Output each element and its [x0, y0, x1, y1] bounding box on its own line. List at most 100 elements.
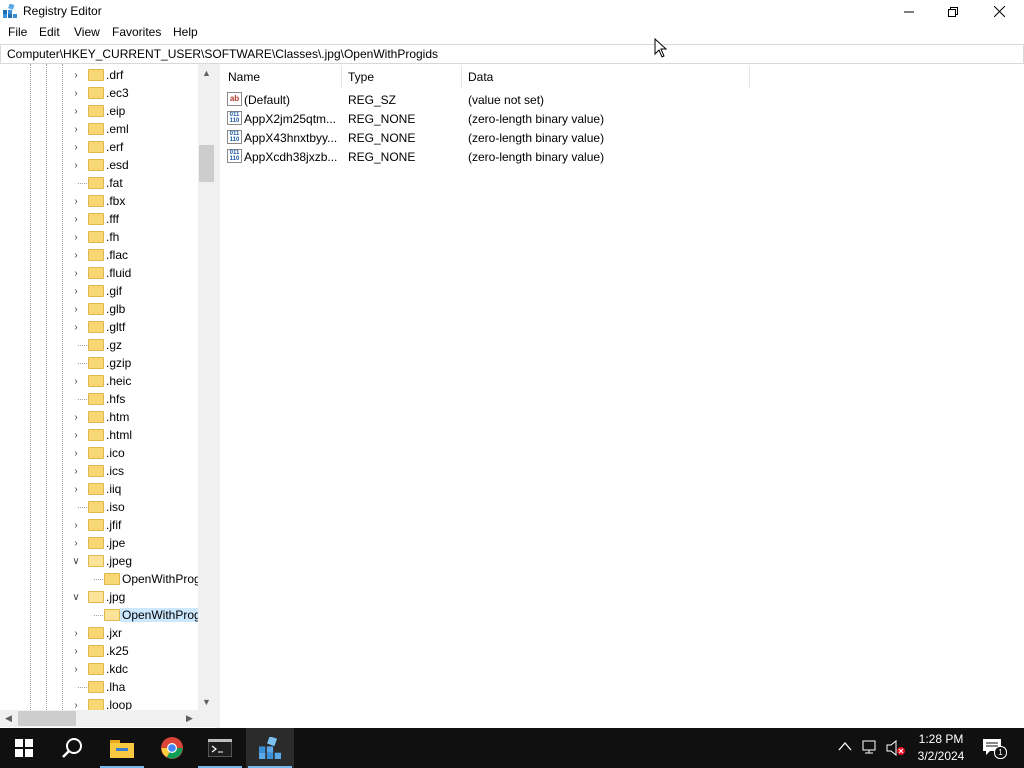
tree-item[interactable]: › .jxr [0, 624, 198, 642]
tree-item[interactable]: .lha [0, 678, 198, 696]
chevron-right-icon[interactable]: › [71, 194, 81, 208]
value-row[interactable]: 011 110 AppX2jm25qtm... REG_NONE (zero-lengt… [220, 109, 1000, 128]
title-bar[interactable]: Registry Editor [0, 0, 1024, 23]
minimize-button[interactable] [886, 0, 932, 23]
chevron-right-icon[interactable]: › [71, 410, 81, 424]
tree-item[interactable]: › .fff [0, 210, 198, 228]
tree-item-label[interactable]: .kdc [106, 662, 128, 676]
tree-item[interactable]: .hfs [0, 390, 198, 408]
chevron-right-icon[interactable]: › [71, 230, 81, 244]
tree-item-label[interactable]: .ics [106, 464, 124, 478]
column-header-data[interactable]: Data [468, 70, 493, 84]
tree-item[interactable]: › .esd [0, 156, 198, 174]
tree-item-label[interactable]: .eip [106, 104, 125, 118]
scroll-up-icon[interactable]: ▲ [198, 64, 215, 81]
tree-item[interactable]: › .jfif [0, 516, 198, 534]
tree-item-label[interactable]: .ico [106, 446, 125, 460]
chevron-right-icon[interactable]: › [71, 266, 81, 280]
chevron-right-icon[interactable]: › [71, 644, 81, 658]
tree-item-label[interactable]: .gzip [106, 356, 131, 370]
menu-edit[interactable]: Edit [37, 25, 62, 39]
tree-item-label[interactable]: .heic [106, 374, 131, 388]
tree-item[interactable]: › .glb [0, 300, 198, 318]
column-header-name[interactable]: Name [228, 70, 260, 84]
address-bar[interactable]: Computer\HKEY_CURRENT_USER\SOFTWARE\Clas… [0, 44, 1024, 64]
start-button[interactable] [0, 728, 48, 768]
tree-item[interactable]: › .heic [0, 372, 198, 390]
value-row[interactable]: 011 110 AppX43hnxtbyy... REG_NONE (zero-leng… [220, 128, 1000, 147]
chevron-right-icon[interactable]: › [71, 302, 81, 316]
column-divider[interactable] [749, 66, 750, 88]
address-path[interactable]: Computer\HKEY_CURRENT_USER\SOFTWARE\Clas… [7, 47, 438, 61]
tree-item-label[interactable]: .fff [106, 212, 119, 226]
tree-item-label[interactable]: .drf [106, 68, 123, 82]
tree-item-label[interactable]: .fat [106, 176, 123, 190]
chevron-right-icon[interactable]: › [71, 212, 81, 226]
tree-item[interactable]: › .iiq [0, 480, 198, 498]
tree-item[interactable]: ∨ .jpeg [0, 552, 198, 570]
chevron-right-icon[interactable]: › [71, 68, 81, 82]
chevron-right-icon[interactable]: › [71, 140, 81, 154]
tree-item-label[interactable]: .jpg [106, 590, 125, 604]
column-divider[interactable] [461, 66, 462, 88]
tree-item[interactable]: › .ico [0, 444, 198, 462]
tree-item-label[interactable]: .gltf [106, 320, 125, 334]
chevron-right-icon[interactable]: › [71, 518, 81, 532]
clock-date[interactable]: 3/2/2024 [906, 749, 976, 763]
file-explorer-button[interactable] [98, 728, 146, 768]
tree-item[interactable]: OpenWithProgids [0, 606, 215, 624]
registry-editor-taskbar-button[interactable] [246, 728, 294, 768]
tree-item[interactable]: › .erf [0, 138, 198, 156]
tree-item-label[interactable]: .jpeg [106, 554, 132, 568]
tree-item[interactable]: › .jpe [0, 534, 198, 552]
restore-button[interactable] [930, 0, 976, 23]
column-divider[interactable] [341, 66, 342, 88]
chrome-button[interactable] [148, 728, 196, 768]
tree-item-label[interactable]: .iso [106, 500, 125, 514]
chevron-right-icon[interactable]: › [71, 536, 81, 550]
tree-item-label[interactable]: .gif [106, 284, 122, 298]
column-header-type[interactable]: Type [348, 70, 374, 84]
key-tree[interactable]: › .drf › .ec3 › .eip › .eml › .erf › .esd .fat › .fbx ›… [0, 64, 216, 728]
tree-item[interactable]: › .fbx [0, 192, 198, 210]
chevron-right-icon[interactable]: › [71, 284, 81, 298]
scroll-left-icon[interactable]: ◀ [0, 710, 17, 727]
tree-item-label[interactable]: .ec3 [106, 86, 129, 100]
tree-item-label[interactable]: .k25 [106, 644, 129, 658]
tree-item[interactable]: › .ics [0, 462, 198, 480]
tree-item-label[interactable]: .htm [106, 410, 129, 424]
chevron-right-icon[interactable]: › [71, 248, 81, 262]
network-status[interactable] [862, 740, 880, 756]
horizontal-scroll-thumb[interactable] [18, 711, 76, 726]
tree-item-label[interactable]: .gz [106, 338, 122, 352]
chevron-right-icon[interactable]: › [71, 662, 81, 676]
search-button[interactable] [48, 728, 96, 768]
tree-item[interactable]: › .gltf [0, 318, 198, 336]
tree-item-label[interactable]: .eml [106, 122, 129, 136]
chevron-down-icon[interactable]: ∨ [71, 590, 81, 604]
close-button[interactable] [976, 0, 1022, 23]
chevron-right-icon[interactable]: › [71, 320, 81, 334]
tree-item-label[interactable]: .fbx [106, 194, 125, 208]
show-hidden-icons-button[interactable] [838, 740, 854, 756]
tree-item[interactable]: .fat [0, 174, 198, 192]
tree-item[interactable]: › .eml [0, 120, 198, 138]
menu-file[interactable]: File [6, 25, 29, 39]
tree-item[interactable]: › .ec3 [0, 84, 198, 102]
tree-item-label[interactable]: .erf [106, 140, 123, 154]
chevron-down-icon[interactable]: ∨ [71, 554, 81, 568]
tree-item-label[interactable]: .jpe [106, 536, 125, 550]
menu-help[interactable]: Help [171, 25, 200, 39]
values-list[interactable]: Name Type Data ab (Default) REG_SZ (value n… [220, 64, 1024, 728]
tree-item[interactable]: .iso [0, 498, 198, 516]
chevron-right-icon[interactable]: › [71, 158, 81, 172]
tree-item-label[interactable]: .esd [106, 158, 129, 172]
tree-item-label[interactable]: .fluid [106, 266, 131, 280]
chevron-right-icon[interactable]: › [71, 122, 81, 136]
clock-time[interactable]: 1:28 PM [906, 732, 976, 746]
tree-item[interactable]: › .kdc [0, 660, 198, 678]
tree-item[interactable]: › .eip [0, 102, 198, 120]
tree-item-label[interactable]: .iiq [106, 482, 121, 496]
scroll-right-icon[interactable]: ▶ [181, 710, 198, 727]
tree-item[interactable]: › .fh [0, 228, 198, 246]
